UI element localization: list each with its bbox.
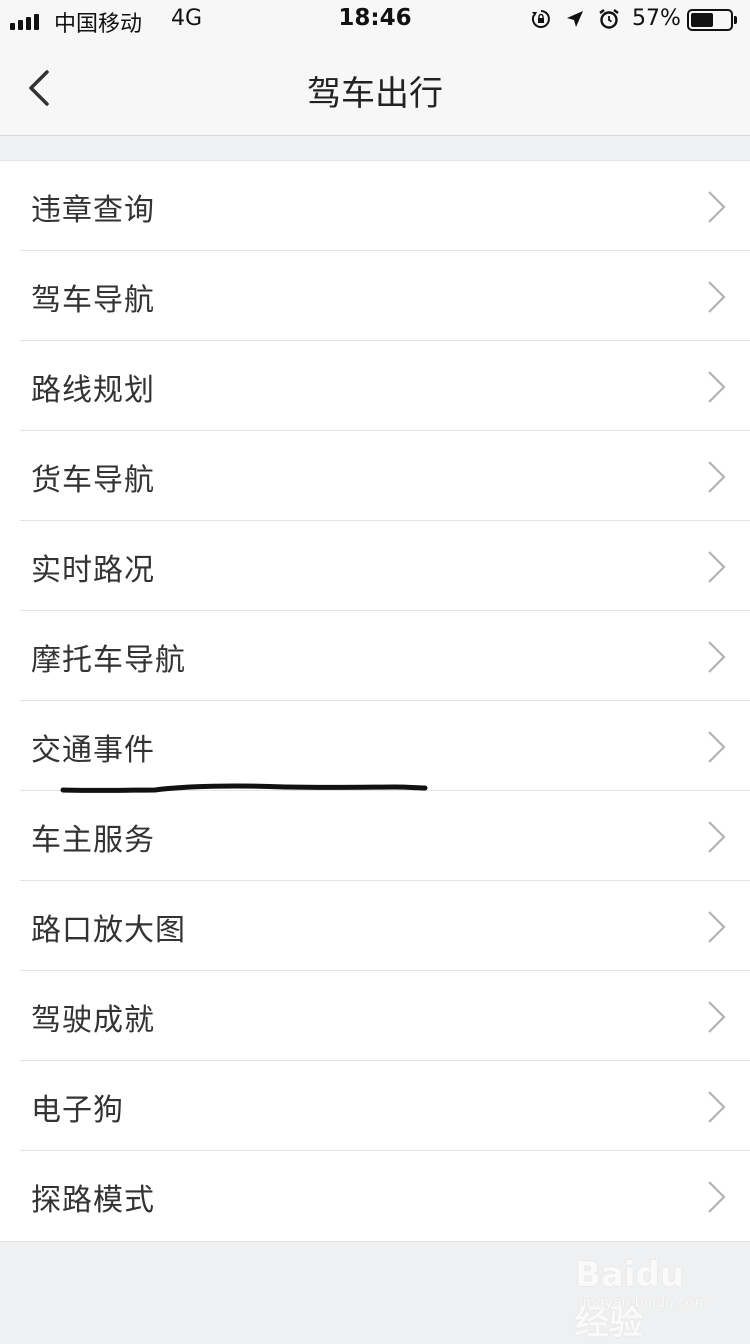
menu-item-label: 违章查询 <box>31 193 155 228</box>
chevron-right-icon <box>708 461 726 493</box>
chevron-right-icon <box>708 371 726 403</box>
menu-item[interactable]: 摩托车导航 <box>0 611 750 701</box>
menu-item[interactable]: 驾车导航 <box>0 251 750 341</box>
chevron-right-icon <box>708 551 726 583</box>
battery-icon <box>687 9 737 31</box>
chevron-right-icon <box>708 1001 726 1033</box>
menu-item[interactable]: 路线规划 <box>0 341 750 431</box>
menu-item-label: 货车导航 <box>31 463 155 498</box>
menu-item-label: 交通事件 <box>31 733 155 768</box>
watermark-url: jingyan.baidu.com <box>579 1295 709 1311</box>
chevron-right-icon <box>708 911 726 943</box>
chevron-right-icon <box>708 731 726 763</box>
menu-item-label: 探路模式 <box>31 1183 155 1218</box>
battery-percent: 57% <box>632 6 681 31</box>
alarm-icon <box>599 9 619 29</box>
menu-item-label: 路口放大图 <box>31 913 186 948</box>
menu-item-label: 摩托车导航 <box>31 643 186 678</box>
status-bar: 中国移动 4G 18:46 57% <box>0 0 750 40</box>
menu-item-label: 驾驶成就 <box>31 1003 155 1038</box>
battery-fill <box>691 13 713 27</box>
navigation-bar: 驾车出行 <box>0 40 750 136</box>
menu-item[interactable]: 货车导航 <box>0 431 750 521</box>
menu-item-label: 电子狗 <box>31 1093 124 1128</box>
watermark: Baidu经验 jingyan.baidu.com <box>575 1255 715 1343</box>
menu-item[interactable]: 违章查询 <box>0 161 750 251</box>
chevron-right-icon <box>708 191 726 223</box>
menu-item[interactable]: 探路模式 <box>0 1151 750 1241</box>
chevron-right-icon <box>708 641 726 673</box>
chevron-right-icon <box>708 281 726 313</box>
menu-item-label: 路线规划 <box>31 373 155 408</box>
hand-drawn-underline <box>60 783 428 793</box>
menu-item[interactable]: 驾驶成就 <box>0 971 750 1061</box>
chevron-right-icon <box>708 1181 726 1213</box>
menu-item[interactable]: 电子狗 <box>0 1061 750 1151</box>
menu-item[interactable]: 实时路况 <box>0 521 750 611</box>
menu-item-label: 驾车导航 <box>31 283 155 318</box>
location-icon <box>567 11 583 27</box>
menu-item-label: 车主服务 <box>31 823 155 858</box>
menu-item[interactable]: 路口放大图 <box>0 881 750 971</box>
menu-item-label: 实时路况 <box>31 553 155 588</box>
page-title: 驾车出行 <box>307 74 443 114</box>
menu-list: 违章查询驾车导航路线规划货车导航实时路况摩托车导航交通事件车主服务路口放大图驾驶… <box>0 160 750 1242</box>
chevron-right-icon <box>708 821 726 853</box>
chevron-right-icon <box>708 1091 726 1123</box>
menu-item[interactable]: 车主服务 <box>0 791 750 881</box>
orientation-lock-icon <box>531 10 550 28</box>
